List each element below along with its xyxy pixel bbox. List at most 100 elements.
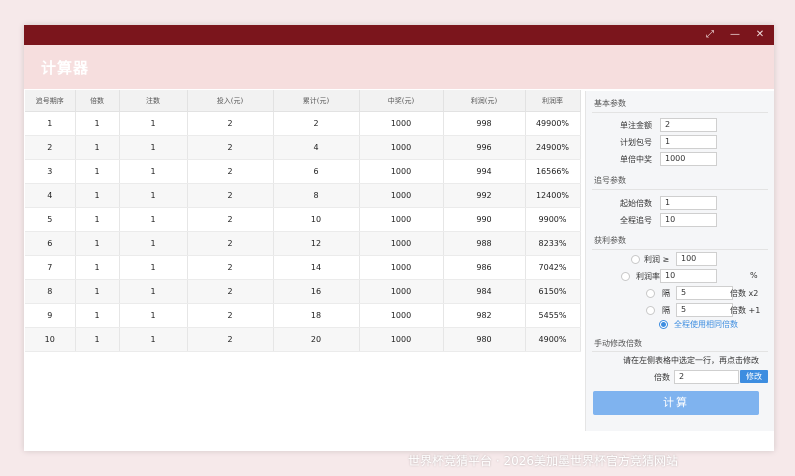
table-cell: 1000 [359,159,444,184]
table-cell: 9900% [525,207,581,232]
table-row[interactable]: 3 1 1 2 6 1000 994 16566% [25,159,581,184]
every-plus1-suffix: 倍数 +1 [730,306,761,315]
col-header-profit-rate[interactable]: 利润率 [525,90,581,112]
table-cell: 1 [119,279,188,304]
app-header: 计算器 [24,45,774,89]
unit-amount-label: 单注金额 [620,121,652,130]
every-plus1-radio[interactable] [646,306,655,315]
table-cell: 1000 [359,231,444,256]
app-title: 计算器 [41,59,90,77]
col-header-total[interactable]: 累计(元) [273,90,360,112]
table-cell: 16566% [525,159,581,184]
table-cell: 24900% [525,135,581,160]
table-row[interactable]: 8 1 1 2 16 1000 984 6150% [25,279,581,304]
every-x2-input[interactable]: 5 [676,286,733,300]
table-cell: 1 [119,135,188,160]
col-header-prize[interactable]: 中奖(元) [359,90,444,112]
table-cell: 6 [273,159,360,184]
plan-bets-input[interactable]: 1 [660,135,717,149]
same-multiple-radio[interactable] [659,320,668,329]
table-cell: 8 [25,279,76,304]
manual-modify-title: 手动修改倍数 [594,339,642,348]
table-cell: 6150% [525,279,581,304]
table-row[interactable]: 1 1 1 2 2 1000 998 49900% [25,111,581,136]
table-cell: 986 [443,255,526,280]
table-cell: 10 [25,327,76,352]
table-cell: 2 [187,111,274,136]
table-cell: 992 [443,183,526,208]
start-multiple-label: 起始倍数 [620,199,652,208]
table-cell: 1000 [359,135,444,160]
unit-amount-input[interactable]: 2 [660,118,717,132]
every-x2-radio[interactable] [646,289,655,298]
table-cell: 4900% [525,327,581,352]
manual-multiple-input[interactable]: 2 [674,370,739,384]
table-cell: 16 [273,279,360,304]
start-multiple-input[interactable]: 1 [660,196,717,210]
chase-params-title: 追号参数 [594,176,626,185]
percent-unit: % [750,271,758,280]
profit-ge-radio[interactable] [631,255,640,264]
table-cell: 1 [75,231,120,256]
table-cell: 2 [187,207,274,232]
table-cell: 2 [187,159,274,184]
table-row[interactable]: 5 1 1 2 10 1000 990 9900% [25,207,581,232]
table-cell: 49900% [525,111,581,136]
table-row[interactable]: 4 1 1 2 8 1000 992 12400% [25,183,581,208]
table-cell: 8 [273,183,360,208]
table-cell: 1 [75,159,120,184]
table-cell: 4 [273,135,360,160]
table-cell: 1 [75,303,120,328]
table-cell: 1000 [359,327,444,352]
table-cell: 5455% [525,303,581,328]
same-multiple-label[interactable]: 全程使用相同倍数 [674,319,738,330]
table-cell: 1 [75,255,120,280]
restore-icon[interactable]: ⤢ [702,28,718,42]
table-cell: 3 [25,159,76,184]
divider [592,351,768,352]
minimize-icon[interactable]: — [727,28,743,42]
table-cell: 7 [25,255,76,280]
table-header-row: 追号期序 倍数 注数 投入(元) 累计(元) 中奖(元) 利润(元) 利润率 [25,90,581,112]
table-cell: 2 [187,303,274,328]
table-cell: 1 [75,135,120,160]
table-cell: 8233% [525,231,581,256]
table-cell: 1000 [359,183,444,208]
col-header-issue[interactable]: 追号期序 [25,90,76,112]
table-cell: 1 [119,327,188,352]
table-cell: 5 [25,207,76,232]
calculate-button[interactable]: 计算 [593,391,759,415]
table-row[interactable]: 7 1 1 2 14 1000 986 7042% [25,255,581,280]
table-cell: 1 [75,183,120,208]
total-issues-label: 全程追号 [620,216,652,225]
col-header-invest[interactable]: 投入(元) [187,90,274,112]
table-cell: 1 [119,207,188,232]
divider [592,249,768,250]
table-cell: 1 [119,111,188,136]
table-cell: 1 [75,207,120,232]
table-cell: 18 [273,303,360,328]
profit-params-title: 获利参数 [594,236,626,245]
every-plus1-input[interactable]: 5 [676,303,733,317]
table-cell: 2 [187,231,274,256]
col-header-bets[interactable]: 注数 [119,90,188,112]
chase-plan-table: 追号期序 倍数 注数 投入(元) 累计(元) 中奖(元) 利润(元) 利润率 1… [25,90,581,352]
table-row[interactable]: 6 1 1 2 12 1000 988 8233% [25,231,581,256]
plan-bets-label: 计划包号 [620,138,652,147]
profit-rate-ge-input[interactable]: 10 [660,269,717,283]
table-cell: 1000 [359,255,444,280]
close-icon[interactable]: ✕ [752,28,768,42]
col-header-profit[interactable]: 利润(元) [443,90,526,112]
table-cell: 1 [25,111,76,136]
table-cell: 2 [187,255,274,280]
table-row[interactable]: 2 1 1 2 4 1000 996 24900% [25,135,581,160]
profit-rate-ge-radio[interactable] [621,272,630,281]
single-prize-input[interactable]: 1000 [660,152,717,166]
manual-hint: 请在左侧表格中选定一行，再点击修改 [623,356,759,365]
profit-ge-input[interactable]: 100 [676,252,717,266]
table-row[interactable]: 10 1 1 2 20 1000 980 4900% [25,327,581,352]
col-header-multiple[interactable]: 倍数 [75,90,120,112]
modify-button[interactable]: 修改 [740,370,768,383]
total-issues-input[interactable]: 10 [660,213,717,227]
table-row[interactable]: 9 1 1 2 18 1000 982 5455% [25,303,581,328]
